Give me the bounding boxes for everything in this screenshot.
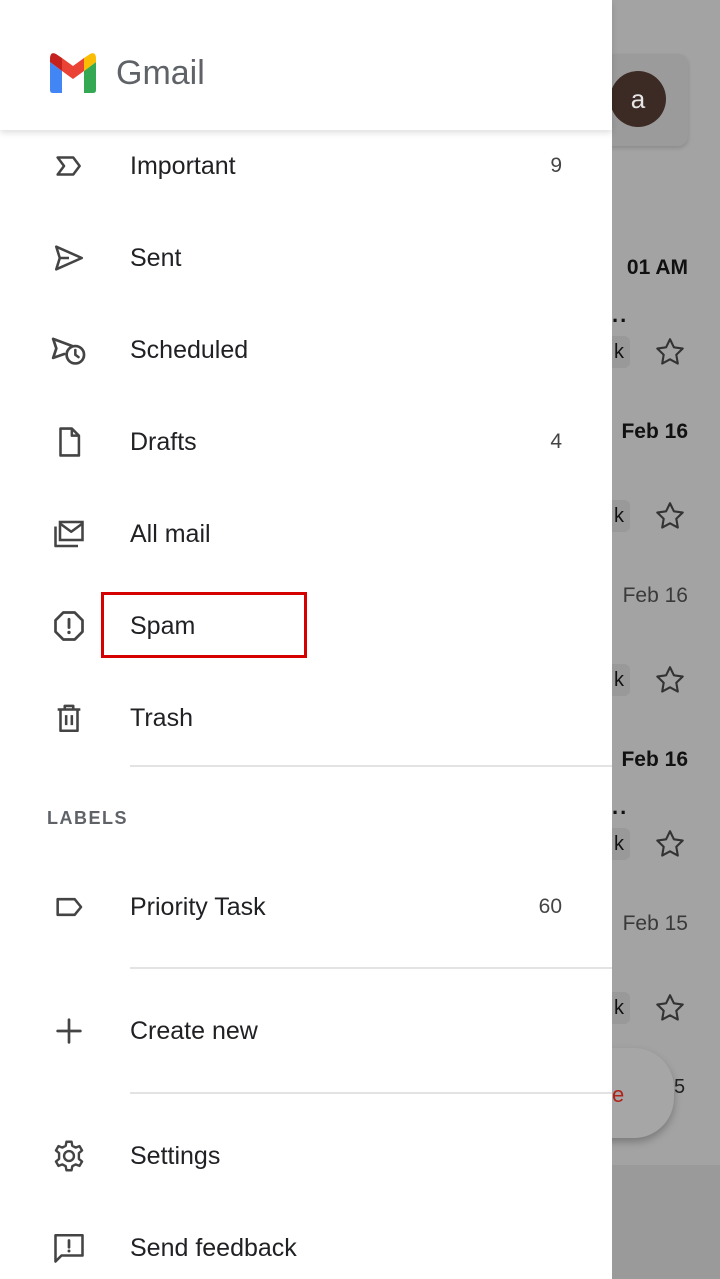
settings-label: Settings — [130, 1141, 221, 1170]
report-spam-icon — [50, 607, 88, 645]
divider — [130, 765, 612, 767]
star-icon — [656, 666, 684, 693]
create-new-label: Create new — [130, 1016, 258, 1045]
folder-label: Sent — [130, 243, 182, 272]
navigation-drawer: Gmail Important 9 Sent Scheduled Drafts … — [0, 0, 612, 1279]
send-feedback-item[interactable]: Send feedback — [0, 1213, 612, 1279]
email-time: Feb 16 — [621, 420, 688, 443]
label-icon — [50, 888, 88, 926]
star-icon — [656, 994, 684, 1021]
send-feedback-label: Send feedback — [130, 1233, 297, 1262]
labels-section-title: LABELS — [47, 808, 128, 828]
email-count-fragment: 5 — [674, 1076, 686, 1098]
folder-important[interactable]: Important 9 — [0, 131, 612, 201]
trash-icon — [50, 699, 88, 737]
gmail-logo-icon — [50, 53, 96, 93]
folder-scheduled[interactable]: Scheduled — [0, 315, 612, 385]
folder-drafts[interactable]: Drafts 4 — [0, 407, 612, 477]
star-icon — [656, 830, 684, 857]
email-snippet-ellipsis: .. — [612, 794, 629, 819]
label-priority-task[interactable]: Priority Task 60 — [0, 872, 612, 942]
gear-icon — [50, 1137, 88, 1175]
folder-all-mail[interactable]: All mail — [0, 499, 612, 569]
schedule-send-icon — [50, 331, 88, 369]
star-icon — [656, 502, 684, 529]
email-snippet-ellipsis: .. — [612, 302, 629, 327]
email-time: Feb 16 — [622, 584, 688, 607]
create-new-label-button[interactable]: Create new — [0, 996, 612, 1066]
label-name: Priority Task — [130, 892, 266, 921]
draft-icon — [50, 423, 88, 461]
folder-label: All mail — [130, 519, 211, 548]
star-icon — [656, 338, 684, 365]
email-time: Feb 15 — [622, 912, 688, 935]
app-title: Gmail — [116, 54, 205, 92]
compose-button-label: e — [612, 1082, 625, 1107]
spam-highlight-box — [101, 592, 307, 658]
plus-icon — [50, 1012, 88, 1050]
draft-count: 4 — [550, 430, 562, 453]
drawer-header: Gmail — [0, 0, 612, 130]
folder-label: Trash — [130, 703, 193, 732]
send-icon — [50, 239, 88, 277]
all-mail-icon — [50, 515, 88, 553]
feedback-icon — [50, 1229, 88, 1267]
label-count: 60 — [538, 895, 562, 918]
folder-label: Scheduled — [130, 335, 249, 364]
label-important-icon — [50, 147, 88, 185]
folder-label: Drafts — [130, 427, 197, 456]
settings-item[interactable]: Settings — [0, 1121, 612, 1191]
bottom-navigation — [612, 1165, 720, 1279]
divider — [130, 967, 612, 969]
email-time: 01 AM — [626, 256, 688, 279]
folder-trash[interactable]: Trash — [0, 683, 612, 753]
account-avatar: a — [610, 71, 666, 127]
email-time: Feb 16 — [621, 748, 688, 771]
unread-count: 9 — [550, 154, 562, 177]
divider — [130, 1092, 612, 1094]
folder-sent[interactable]: Sent — [0, 223, 612, 293]
folder-label: Important — [130, 151, 236, 180]
